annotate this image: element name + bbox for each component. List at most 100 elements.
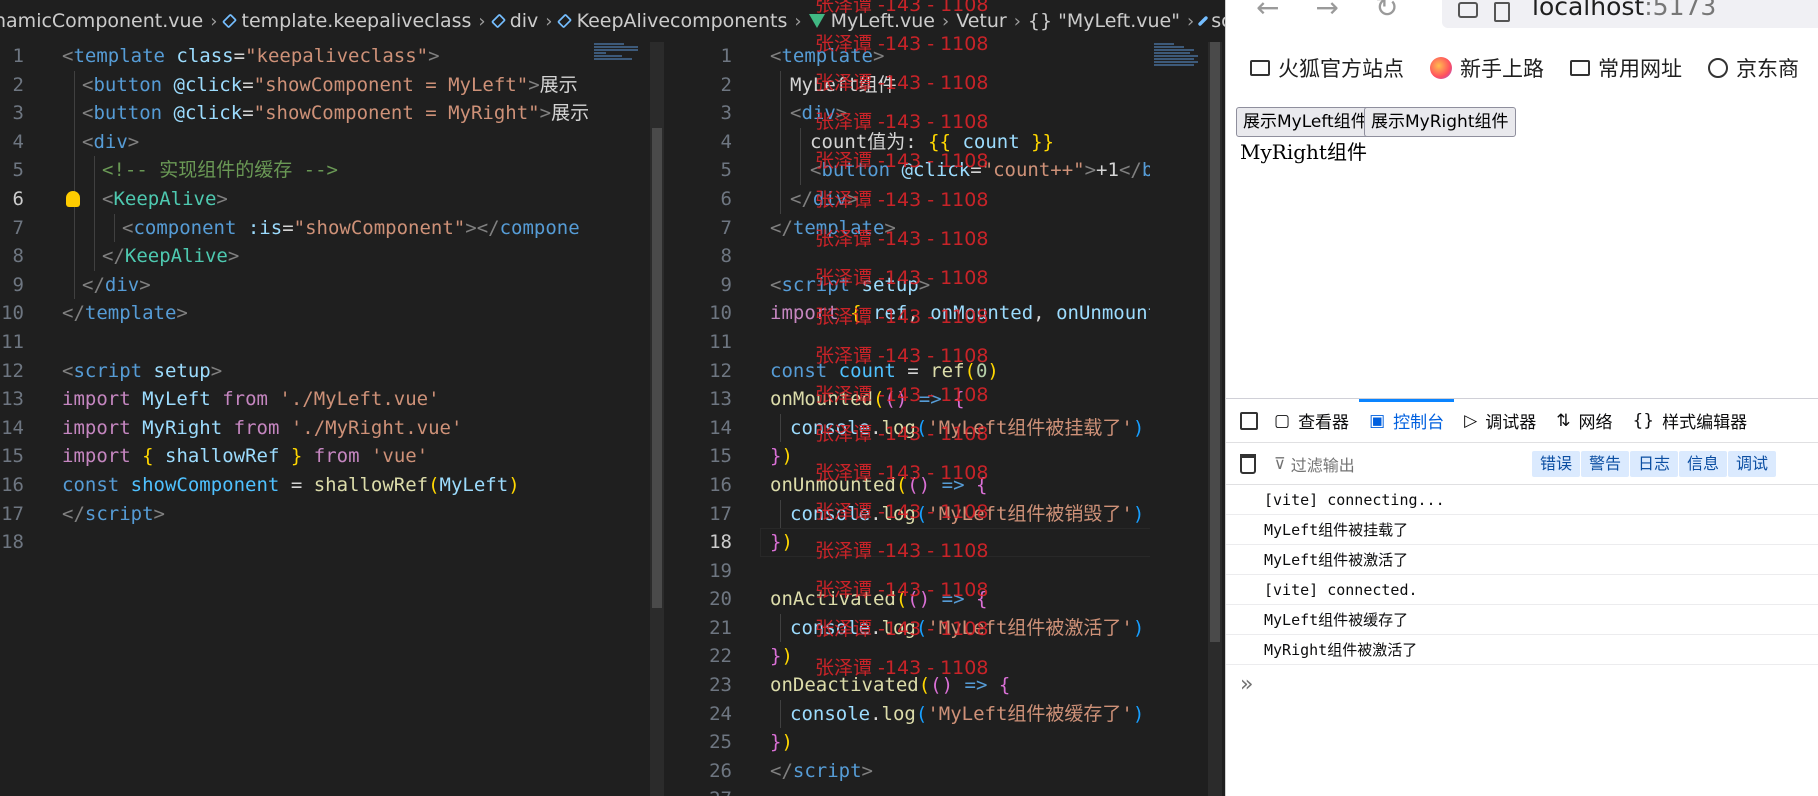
forward-arrow-icon[interactable]: →: [1315, 0, 1338, 22]
code-line[interactable]: 21 console.log('MyLeft组件被激活了'): [670, 613, 1225, 643]
code-line[interactable]: 12 const count = ref(0): [670, 357, 1225, 386]
breadcrumb-template[interactable]: template.keepaliveclass: [242, 10, 472, 32]
trash-icon[interactable]: [1240, 453, 1256, 474]
code-line[interactable]: 7 <component :is="showComponent"></compon…: [0, 213, 670, 243]
minimap[interactable]: [590, 42, 648, 796]
level-info-button[interactable]: 信息: [1679, 451, 1728, 477]
code-line[interactable]: 9 </div>: [0, 270, 670, 300]
filter-input[interactable]: 过滤输出: [1291, 452, 1355, 476]
breadcrumb-module[interactable]: "MyLeft.vue": [1058, 10, 1180, 32]
code-line[interactable]: 4 count值为: {{ count }}: [670, 127, 1225, 157]
back-arrow-icon[interactable]: ←: [1256, 0, 1279, 22]
vertical-scrollbar[interactable]: [650, 42, 664, 796]
console-input[interactable]: »: [1226, 665, 1818, 705]
breadcrumb-vetur[interactable]: Vetur: [956, 10, 1007, 32]
code-line[interactable]: 14 import MyRight from './MyRight.vue': [0, 414, 670, 443]
code-line[interactable]: 2 <button @click="showComponent = MyLeft"…: [0, 70, 670, 100]
code-line[interactable]: 1 <template>: [670, 42, 1225, 71]
lightbulb-icon[interactable]: [66, 190, 80, 207]
code-line[interactable]: 19: [670, 557, 1225, 586]
tab-console[interactable]: ▣ 控制台: [1359, 398, 1455, 443]
element-picker-icon[interactable]: [1240, 411, 1258, 430]
level-debug-button[interactable]: 调试: [1728, 451, 1777, 477]
tab-network[interactable]: ⇅ 网络: [1546, 399, 1622, 443]
code-line[interactable]: 2 MyLeft组件: [670, 70, 1225, 100]
code-line[interactable]: 16 onUnmounted(() => {: [670, 471, 1225, 500]
right-code-editor[interactable]: components › MyLeft.vue › Vetur › {} "My…: [670, 0, 1225, 796]
code-line[interactable]: 17 </script>: [0, 500, 670, 529]
minimap[interactable]: [1150, 42, 1208, 796]
code-token: =: [242, 73, 254, 96]
code-line[interactable]: 15 import { shallowRef } from 'vue': [0, 442, 670, 471]
code-line[interactable]: 26 </script>: [670, 757, 1225, 786]
breadcrumb-folder[interactable]: components: [670, 10, 787, 32]
code-line[interactable]: 15}): [670, 442, 1225, 471]
show-myleft-button[interactable]: 展示MyLeft组件: [1236, 107, 1375, 137]
code-line[interactable]: 24 console.log('MyLeft组件被缓存了'): [670, 699, 1225, 729]
code-line[interactable]: 6 </div>: [670, 184, 1225, 214]
minimap-line: [594, 46, 638, 48]
code-line[interactable]: 10 import { ref, onMounted, onUnmount: [670, 299, 1225, 328]
url-text[interactable]: localhost:5173: [1532, 0, 1716, 21]
code-line[interactable]: 3 <div>: [670, 99, 1225, 128]
breadcrumb-script[interactable]: sc: [1211, 10, 1225, 32]
code-line[interactable]: 11: [0, 328, 670, 357]
code-line[interactable]: 11: [670, 328, 1225, 357]
code-line[interactable]: 3 <button @click="showComponent = MyRight…: [0, 99, 670, 128]
bookmark-item[interactable]: 新手上路: [1430, 53, 1544, 83]
reload-icon[interactable]: ↻: [1375, 0, 1398, 22]
code-token: compone: [499, 216, 580, 239]
tab-style-editor[interactable]: {} 样式编辑器: [1622, 399, 1757, 443]
code-line[interactable]: 8: [670, 242, 1225, 271]
bookmark-item[interactable]: 京东商: [1708, 53, 1799, 83]
code-line[interactable]: 17 console.log('MyLeft组件被销毁了'): [670, 499, 1225, 529]
bookmark-item[interactable]: 火狐官方站点: [1250, 53, 1404, 83]
code-line[interactable]: 22}): [670, 642, 1225, 671]
code-line[interactable]: 23 onDeactivated(() => {: [670, 671, 1225, 700]
code-line[interactable]: 18}): [670, 528, 1225, 557]
code-line[interactable]: 7 </template>: [670, 214, 1225, 243]
tab-debugger[interactable]: ▷ 调试器: [1454, 399, 1546, 443]
level-log-button[interactable]: 日志: [1630, 451, 1679, 477]
code-line[interactable]: 12 <script setup>: [0, 357, 670, 386]
code-line[interactable]: 6 <KeepAlive>: [0, 184, 670, 214]
code-line[interactable]: 8 </KeepAlive>: [0, 242, 670, 271]
breadcrumb-file[interactable]: namicComponent.vue: [0, 10, 203, 32]
url-bar[interactable]: localhost:5173 文A: [1442, 0, 1818, 28]
code-line[interactable]: 10 </template>: [0, 299, 670, 328]
code-area[interactable]: 1 <template class="keepaliveclass"> 2 <butt…: [0, 42, 670, 557]
code-line[interactable]: 27: [670, 785, 1225, 796]
code-line[interactable]: 5 <button @click="count++">+1</b: [670, 156, 1225, 185]
line-number: 13: [1, 388, 24, 411]
level-warning-button[interactable]: 警告: [1581, 451, 1630, 477]
scroll-thumb[interactable]: [1210, 42, 1220, 642]
code-line[interactable]: 16 const showComponent = shallowRef(MyLef…: [0, 471, 670, 500]
code-line[interactable]: 20 onActivated(() => {: [670, 585, 1225, 614]
code-line[interactable]: 9 <script setup>: [670, 271, 1225, 300]
scroll-thumb[interactable]: [652, 128, 662, 608]
page-info-icon[interactable]: [1494, 2, 1510, 22]
breadcrumb-file[interactable]: MyLeft.vue: [831, 10, 935, 32]
left-code-editor[interactable]: namicComponent.vue › template.keepalivec…: [0, 0, 670, 796]
code-token: >: [465, 216, 477, 239]
firefox-browser[interactable]: ← → ↻ localhost:5173 文A 火狐官方站点 新手上路 常用网址…: [1225, 0, 1818, 796]
code-line[interactable]: 14 console.log('MyLeft组件被挂载了'): [670, 413, 1225, 443]
breadcrumb-div[interactable]: div: [510, 10, 539, 32]
code-token: onDeactivated: [770, 674, 919, 697]
code-line[interactable]: 25}): [670, 728, 1225, 757]
code-line[interactable]: 18: [0, 528, 670, 557]
bookmark-item[interactable]: 常用网址: [1570, 53, 1682, 83]
show-myright-button[interactable]: 展示MyRight组件: [1364, 107, 1516, 137]
shield-icon[interactable]: [1458, 2, 1478, 18]
vertical-scrollbar[interactable]: [1208, 42, 1222, 796]
tab-inspector[interactable]: ▢ 查看器: [1264, 399, 1359, 443]
code-line[interactable]: 5 <!-- 实现组件的缓存 -->: [0, 156, 670, 185]
code-line[interactable]: 13 onMounted(() => {: [670, 385, 1225, 414]
code-area[interactable]: 1 <template> 2 MyLeft组件 3 <div> 4 count值为: {{ c…: [670, 42, 1225, 796]
code-line[interactable]: 13 import MyLeft from './MyLeft.vue': [0, 385, 670, 414]
code-line[interactable]: 4 <div>: [0, 127, 670, 157]
level-error-button[interactable]: 错误: [1532, 451, 1581, 477]
code-line[interactable]: 1 <template class="keepaliveclass">: [0, 42, 670, 71]
breadcrumb-keepalive[interactable]: KeepAlive: [577, 10, 670, 32]
